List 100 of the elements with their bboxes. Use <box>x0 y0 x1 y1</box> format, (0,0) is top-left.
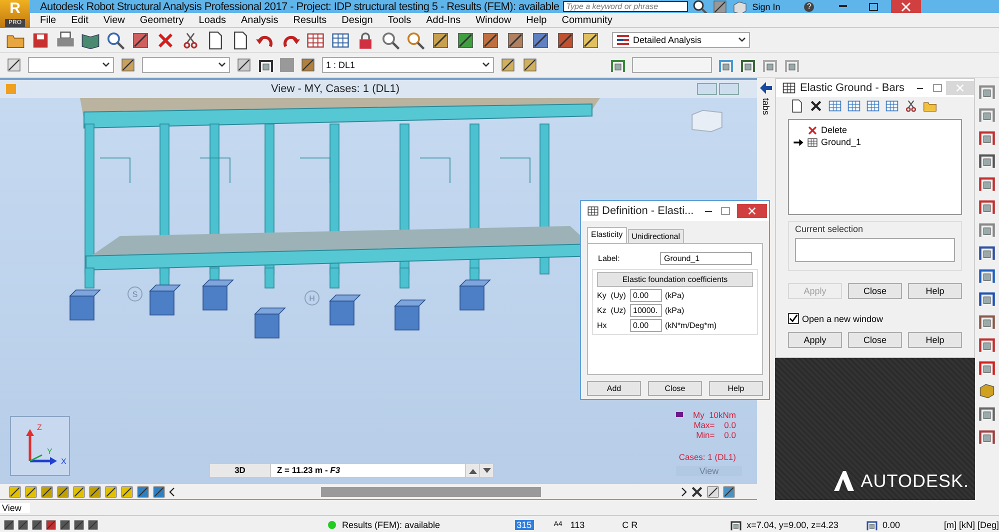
menu-item[interactable]: View <box>103 14 134 26</box>
table-icon[interactable] <box>828 99 842 113</box>
arrow-left-icon[interactable] <box>760 82 772 94</box>
menu-item[interactable]: Geometry <box>140 14 193 26</box>
dialog-tab[interactable]: Unidirectional <box>628 229 684 243</box>
close-button[interactable] <box>891 0 922 13</box>
dialog-button[interactable]: Close <box>648 381 702 396</box>
tool-icon[interactable] <box>531 30 550 50</box>
tool-icon[interactable] <box>45 518 57 530</box>
menu-item[interactable]: Tools <box>388 14 420 26</box>
menu-item[interactable]: Edit <box>71 14 98 26</box>
tool-icon[interactable] <box>73 518 85 530</box>
coefficient-field[interactable]: 0.00 <box>630 289 662 302</box>
panel-button[interactable]: Help <box>908 332 962 348</box>
menu-item[interactable]: Design <box>342 14 382 26</box>
plane-field[interactable]: Z = 11.23 m - F3 <box>270 464 465 477</box>
menu-item[interactable]: Analysis <box>241 14 288 26</box>
tool-icon[interactable] <box>6 57 22 73</box>
table-icon[interactable] <box>866 99 880 113</box>
tool-icon[interactable] <box>722 484 736 498</box>
coefficients-button[interactable]: Elastic foundation coefficients <box>597 272 753 287</box>
coefficient-field[interactable]: 0.00 <box>630 319 662 332</box>
sign-in-link[interactable]: Sign In <box>752 2 780 12</box>
tool-icon[interactable] <box>120 57 136 73</box>
cube-icon[interactable] <box>978 381 996 399</box>
menu-item[interactable]: File <box>40 14 66 26</box>
search-field[interactable]: Type a keyword or phrase <box>563 1 688 12</box>
table-icon[interactable] <box>306 30 325 50</box>
tool-icon[interactable] <box>3 518 15 530</box>
scissors-icon[interactable] <box>181 30 200 50</box>
tool-icon[interactable] <box>506 30 525 50</box>
scrollbar-thumb[interactable] <box>321 486 541 496</box>
tool-icon[interactable] <box>136 484 150 498</box>
table-icon[interactable] <box>885 99 899 113</box>
scissors-icon[interactable] <box>904 99 918 113</box>
tool-icon[interactable] <box>24 484 38 498</box>
magnifier-icon[interactable] <box>106 30 125 50</box>
checkbox[interactable] <box>788 313 799 324</box>
menu-item[interactable]: Results <box>293 14 336 26</box>
tool-icon[interactable] <box>431 30 450 50</box>
tool-icon[interactable] <box>88 484 102 498</box>
cross-icon[interactable] <box>690 484 704 498</box>
panel-button[interactable]: Close <box>848 283 902 299</box>
printer-icon[interactable] <box>56 30 75 50</box>
document-icon[interactable] <box>206 30 225 50</box>
scroll-left-icon[interactable] <box>168 486 176 496</box>
down-button[interactable] <box>479 464 493 477</box>
view-mode-tab[interactable]: 3D <box>210 464 270 477</box>
dropdown-field[interactable] <box>632 57 712 73</box>
document-icon[interactable] <box>790 99 804 113</box>
menu-item[interactable]: Community <box>562 14 622 26</box>
tool-icon[interactable] <box>522 57 538 73</box>
selection-field[interactable] <box>795 238 955 262</box>
tool-icon[interactable] <box>87 518 99 530</box>
color-swatch[interactable] <box>280 58 294 72</box>
tool-icon[interactable] <box>59 518 71 530</box>
table-icon[interactable] <box>331 30 350 50</box>
tool-icon[interactable] <box>481 30 500 50</box>
tool-icon[interactable] <box>300 57 316 73</box>
tool-icon[interactable] <box>456 30 475 50</box>
dropdown-field[interactable] <box>28 57 114 73</box>
tool-icon[interactable] <box>131 30 150 50</box>
dropdown-field[interactable] <box>142 57 230 73</box>
coefficient-field[interactable]: 10000. <box>630 304 662 317</box>
close-button[interactable] <box>737 204 767 218</box>
panel-button[interactable]: Help <box>908 283 962 299</box>
folder-icon[interactable] <box>923 99 937 113</box>
magnifier-icon[interactable] <box>381 30 400 50</box>
tool-icon[interactable] <box>500 57 516 73</box>
load-case-dropdown[interactable]: 1 : DL1 <box>322 57 494 73</box>
tool-icon[interactable] <box>712 0 728 14</box>
tool-icon[interactable] <box>120 484 134 498</box>
up-button[interactable] <box>465 464 479 477</box>
menu-item[interactable]: Loads <box>198 14 236 26</box>
tool-icon[interactable] <box>17 518 29 530</box>
list-item[interactable]: Ground_1 <box>793 136 862 148</box>
tool-icon[interactable] <box>72 484 86 498</box>
cross-icon[interactable] <box>809 99 823 113</box>
scroll-right-icon[interactable] <box>680 486 688 496</box>
tool-icon[interactable] <box>31 518 43 530</box>
menu-item[interactable]: Help <box>526 14 556 26</box>
tool-icon[interactable] <box>152 484 166 498</box>
dialog-tab[interactable]: Elasticity <box>587 227 627 243</box>
frame-icon[interactable] <box>258 57 274 73</box>
dialog-button[interactable]: Help <box>709 381 763 396</box>
save-icon[interactable] <box>31 30 50 50</box>
maximize-button[interactable] <box>869 2 878 10</box>
tool-icon[interactable] <box>236 57 252 73</box>
list-item[interactable]: Delete <box>793 124 848 136</box>
table-icon[interactable] <box>847 99 861 113</box>
magnifier-icon[interactable] <box>406 30 425 50</box>
minimize-button[interactable] <box>704 210 712 212</box>
tool-icon[interactable] <box>8 484 22 498</box>
analysis-dropdown[interactable]: Detailed Analysis <box>612 32 750 48</box>
panel-button[interactable]: Apply <box>788 332 842 348</box>
tool-icon[interactable] <box>556 30 575 50</box>
label-field[interactable]: Ground_1 <box>660 252 752 265</box>
panel-button[interactable]: Close <box>848 332 902 348</box>
tool-icon[interactable] <box>706 484 720 498</box>
frame-icon[interactable] <box>740 57 756 73</box>
